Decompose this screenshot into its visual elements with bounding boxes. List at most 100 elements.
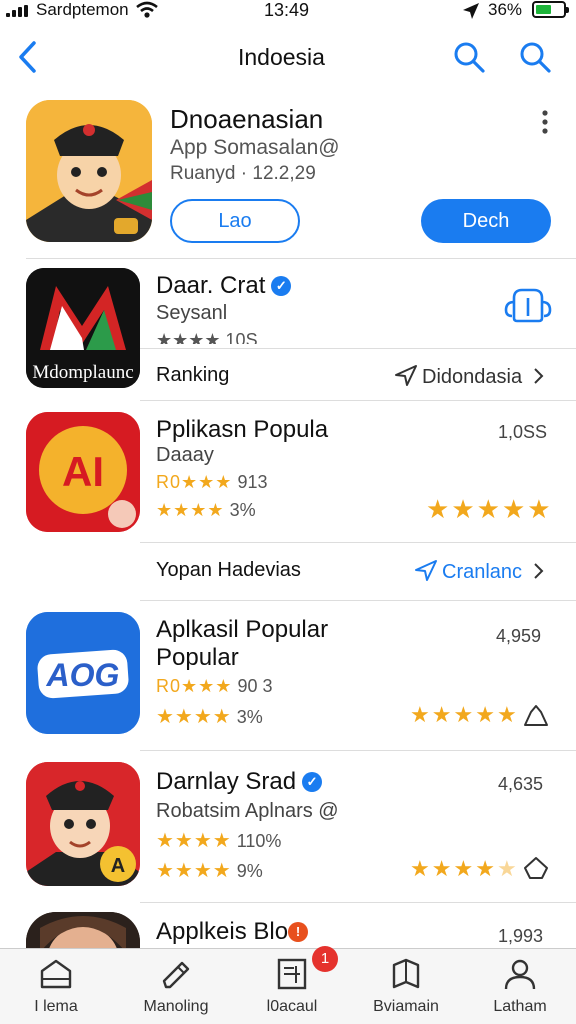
svg-text:AI: AI [62,448,104,495]
star-icon: ★ [453,856,476,881]
app-row-3-rating-line-2: ★★★★ 3% [156,704,263,729]
tab-profile[interactable]: Latham [470,957,570,1016]
app-row-1-subtitle: Seysanl [156,302,228,324]
ranking-link[interactable]: Didondasia [394,364,544,389]
notification-badge: 1 [312,946,338,972]
app-row-4-title[interactable]: Darnlay Srad ✓ [156,768,323,796]
alert-badge-icon: ! [288,922,309,942]
chevron-right-icon [533,563,544,579]
rating-count: 913 [237,472,268,492]
star-icon: ★ [453,702,476,727]
app-row-1-title[interactable]: Daar. Crat ✓ [156,272,292,300]
rating-percent: 3% [236,707,263,727]
divider [140,902,576,903]
back-chevron-icon[interactable] [16,40,38,74]
rating-stars: ★★★★ [156,860,232,882]
star-icon: ★ [527,494,553,524]
rating-stars: R0★★★ [156,472,233,492]
rating-count: 90 3 [237,676,273,696]
featured-get-button[interactable]: Dech [421,199,551,243]
app-row-4-star-rating: ★★★★★ [410,856,519,882]
star-icon: ★ [451,494,477,524]
star-icon: ★ [410,856,432,881]
app-row-4-icon[interactable]: A [26,762,140,886]
divider [140,348,576,349]
app-row-1-icon-caption: Mdomplaunc [32,362,134,383]
home-icon [40,959,72,989]
app-row-3-star-rating: ★★★★★ [410,702,519,728]
tab-home[interactable]: I lema [6,957,106,1016]
divider [140,600,576,601]
star-icon: ★ [496,702,519,727]
app-row-3-count: 4,959 [496,626,542,646]
app-row-1-icon[interactable]: Mdomplaunc [26,268,140,388]
app-row-4-title-text: Darnlay Srad [156,768,297,795]
app-row-2-subtitle: Daaay [156,444,214,466]
star-icon: ★ [431,856,454,881]
app-row-1-rating: ★★★★ 10S [156,330,258,344]
share-icon[interactable] [522,856,550,880]
tab-ranking[interactable]: Manoling [126,957,226,1016]
book-icon [392,958,420,989]
divider [140,750,576,751]
star-icon: ★ [426,494,452,524]
navigation-arrow-icon [415,560,437,581]
navigation-arrow-icon [395,365,417,386]
app-row-1-title-text: Daar. Crat [156,272,266,299]
app-row-5-title[interactable]: Applkeis Blo! [156,918,309,946]
cloud-download-icon[interactable] [504,284,552,324]
person-icon [504,959,536,990]
app-row-2-rating-line-1: R0★★★ 913 [156,472,267,493]
app-row-3-title[interactable]: Aplkasil Popular [156,616,328,644]
app-row-2-rating-line-2: ★★★★ 3% [156,500,256,521]
divider [140,542,576,543]
rating-percent: 9% [236,861,263,881]
app-row-2-icon[interactable]: AI [26,412,140,532]
app-row-4-rating-line-2: ★★★★ 9% [156,858,263,883]
divider [26,258,576,259]
wifi-icon [136,1,158,18]
rating-stars: ★★★★ [156,706,232,728]
more-options-icon[interactable] [538,108,552,136]
search-icon[interactable] [518,40,552,74]
battery-percentage: 36% [488,0,523,19]
signal-icon [6,5,30,17]
location-arrow-icon [463,3,479,19]
app-row-4-rating-line-1: ★★★★ 110% [156,828,281,853]
tab-news-label: l0acaul [266,998,318,1015]
svg-text:A: A [111,855,125,877]
battery-icon [532,1,569,18]
featured-app-meta: Ruanyd · 12.2,29 [170,163,316,184]
featured-secondary-button[interactable]: Lao [170,199,300,243]
divider [140,400,576,401]
featured-app-icon[interactable] [26,100,152,242]
page-title: Indoesia [238,44,325,70]
featured-app-title[interactable]: Dnoaenasian [170,104,323,135]
star-icon: ★ [496,856,519,881]
app-row-5-title-text: Applkeis Blo [156,918,289,945]
app-row-2-title[interactable]: Pplikasn Popula [156,416,328,444]
star-icon: ★ [410,702,432,727]
svg-text:AOG: AOG [46,657,120,693]
status-bar: Sardptemon 13:49 36% [0,0,576,22]
verified-badge-icon: ✓ [271,276,292,296]
ranking-link-text: Didondasia [422,366,523,388]
rating-stars: ★★★★ [156,830,232,852]
star-icon: ★ [475,702,497,727]
star-icon: ★ [476,494,502,524]
news-icon [277,958,307,990]
section-link[interactable]: Cranlanc [414,559,544,584]
verified-badge-icon: ✓ [302,772,323,792]
carrier-name: Sardptemon [36,0,129,19]
app-row-3-icon[interactable]: AOG [26,612,140,734]
tab-library-label: Bviamain [373,998,439,1015]
star-icon: ★ [501,494,528,524]
tab-library[interactable]: Bviamain [356,957,456,1016]
share-icon[interactable] [522,704,550,728]
search-icon[interactable] [452,40,486,74]
app-row-2-count: 1,0SS [498,422,548,442]
app-row-4-count: 4,635 [498,774,544,794]
chevron-right-icon [533,368,544,384]
app-store-screen: Sardptemon 13:49 36% Indoesia Dnoaenasia… [0,0,576,1024]
app-row-3-title-line-2: Popular [156,644,239,671]
